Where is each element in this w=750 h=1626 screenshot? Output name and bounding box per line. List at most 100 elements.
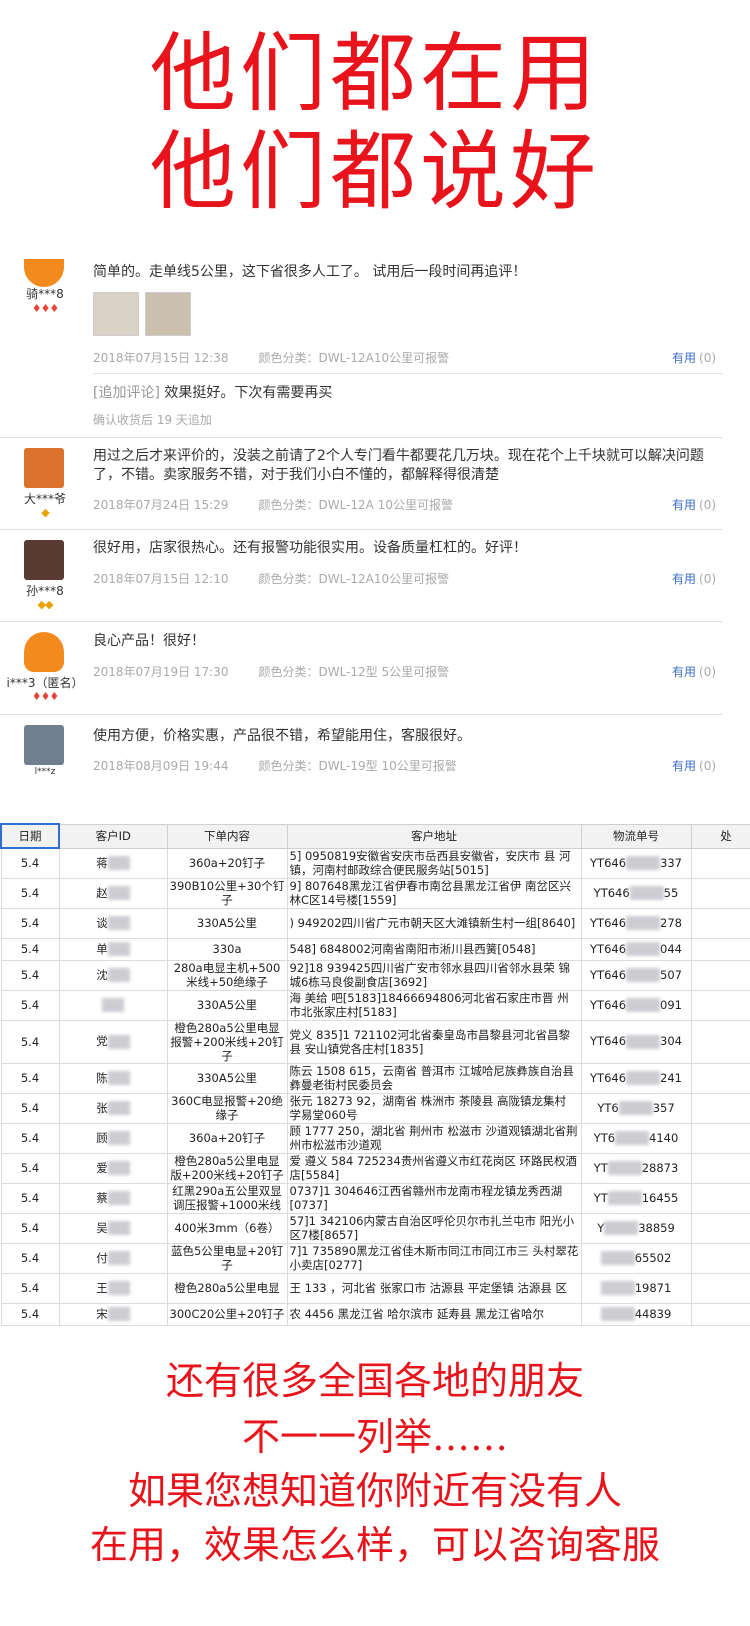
cell-date[interactable]: 5.4 bbox=[0, 937, 60, 961]
cell-address[interactable]: 陈云 1508 615，云南省 普洱市 江城哈尼族彝族自治县 彝曼老街村民委员会 bbox=[286, 1062, 582, 1094]
cell-customer-id[interactable]: 宋 bbox=[58, 1302, 168, 1326]
cell-customer-id[interactable]: 蒋 bbox=[58, 847, 168, 879]
cell-date[interactable]: 5.4 bbox=[0, 877, 60, 909]
cell-handle[interactable] bbox=[690, 989, 750, 1021]
cell-date[interactable]: 5.4 bbox=[0, 1062, 60, 1094]
cell-tracking[interactable]: YT 28873 bbox=[580, 1152, 692, 1184]
cell-tracking[interactable]: YT 16455 bbox=[580, 1182, 692, 1214]
cell-address[interactable]: 57]1 342106内蒙古自治区呼伦贝尔市扎兰屯市 阳光小区7楼[8657] bbox=[286, 1212, 582, 1244]
cell-date[interactable]: 5.4 bbox=[0, 1019, 60, 1064]
cell-customer-id[interactable]: 张 bbox=[58, 1092, 168, 1124]
avatar[interactable] bbox=[24, 540, 64, 580]
column-header-order-content[interactable]: 下单内容 bbox=[166, 823, 288, 849]
cell-customer-id[interactable]: 爱 bbox=[58, 1152, 168, 1184]
column-header-date[interactable]: 日期 bbox=[0, 823, 60, 849]
cell-date[interactable]: 5.4 bbox=[0, 847, 60, 879]
cell-tracking[interactable]: YT646 278 bbox=[580, 907, 692, 939]
cell-order-content[interactable]: 330A5公里 bbox=[166, 907, 288, 939]
cell-customer-id[interactable]: 党 bbox=[58, 1019, 168, 1064]
cell-date[interactable]: 5.4 bbox=[0, 1302, 60, 1326]
review-photo-thumbnail[interactable] bbox=[145, 292, 191, 336]
cell-handle[interactable] bbox=[690, 877, 750, 909]
cell-customer-id[interactable]: 王 bbox=[58, 1272, 168, 1304]
cell-address[interactable]: 海 美给 吧[5183]18466694806河北省石家庄市晋 州市北张家庄村[… bbox=[286, 989, 582, 1021]
cell-date[interactable]: 5.4 bbox=[0, 989, 60, 1021]
cell-handle[interactable] bbox=[690, 1212, 750, 1244]
cell-handle[interactable] bbox=[690, 937, 750, 961]
useful-button[interactable]: 有用 (0) bbox=[672, 757, 716, 774]
cell-handle[interactable] bbox=[690, 907, 750, 939]
cell-handle[interactable] bbox=[690, 1152, 750, 1184]
cell-order-content[interactable]: 280a电显主机+500米线+50绝缘子 bbox=[166, 959, 288, 991]
cell-tracking[interactable]: YT646 337 bbox=[580, 847, 692, 879]
cell-handle[interactable] bbox=[690, 1182, 750, 1214]
cell-date[interactable]: 5.4 bbox=[0, 1242, 60, 1274]
avatar[interactable] bbox=[24, 725, 64, 765]
cell-address[interactable]: 92]18 939425四川省广安市邻水县四川省邻水县荣 锦城6栋马良俊副食店[… bbox=[286, 959, 582, 991]
column-header-customer-id[interactable]: 客户ID bbox=[58, 823, 168, 849]
useful-button[interactable]: 有用 (0) bbox=[672, 349, 716, 366]
cell-handle[interactable] bbox=[690, 1302, 750, 1326]
review-photo-thumbnail[interactable] bbox=[93, 292, 139, 336]
cell-handle[interactable] bbox=[690, 1019, 750, 1064]
cell-order-content[interactable]: 330A5公里 bbox=[166, 1062, 288, 1094]
cell-tracking[interactable]: YT646 304 bbox=[580, 1019, 692, 1064]
cell-address[interactable]: 548] 6848002河南省南阳市淅川县西簧[0548] bbox=[286, 937, 582, 961]
avatar[interactable] bbox=[24, 259, 64, 287]
cell-customer-id[interactable]: 陈 bbox=[58, 1062, 168, 1094]
cell-tracking[interactable]: 65502 bbox=[580, 1242, 692, 1274]
cell-handle[interactable] bbox=[690, 1062, 750, 1094]
cell-tracking[interactable]: 19871 bbox=[580, 1272, 692, 1304]
cell-customer-id[interactable]: 单 bbox=[58, 937, 168, 961]
column-header-tracking[interactable]: 物流单号 bbox=[580, 823, 692, 849]
cell-date[interactable]: 5.4 bbox=[0, 959, 60, 991]
cell-customer-id[interactable]: 吴 bbox=[58, 1212, 168, 1244]
cell-order-content[interactable]: 330A5公里 bbox=[166, 989, 288, 1021]
cell-tracking[interactable]: YT646 044 bbox=[580, 937, 692, 961]
cell-address[interactable]: 7]1 735890黑龙江省佳木斯市同江市同江市三 头村翠花小卖店[0277] bbox=[286, 1242, 582, 1274]
column-header-handle[interactable]: 处 bbox=[690, 823, 750, 849]
cell-tracking[interactable]: YT6 4140 bbox=[580, 1122, 692, 1154]
cell-handle[interactable] bbox=[690, 1242, 750, 1274]
cell-address[interactable]: 9] 807648黑龙江省伊春市南岔县黑龙江省伊 南岔区兴林C区14号楼[155… bbox=[286, 877, 582, 909]
cell-order-content[interactable]: 橙色280a5公里电显 bbox=[166, 1272, 288, 1304]
cell-date[interactable]: 5.4 bbox=[0, 907, 60, 939]
cell-order-content[interactable]: 红黑290a五公里双显调压报警+1000米线 bbox=[166, 1182, 288, 1214]
cell-order-content[interactable]: 橙色280a5公里电显版+200米线+20钉子 bbox=[166, 1152, 288, 1184]
cell-handle[interactable] bbox=[690, 1122, 750, 1154]
cell-order-content[interactable]: 橙色280a5公里电显报警+200米线+20钉子 bbox=[166, 1019, 288, 1064]
avatar[interactable] bbox=[24, 448, 64, 488]
cell-tracking[interactable]: YT646 507 bbox=[580, 959, 692, 991]
cell-order-content[interactable]: 360C电显报警+20绝缘子 bbox=[166, 1092, 288, 1124]
cell-address[interactable]: ) 949202四川省广元市朝天区大滩镇新生村一组[8640] bbox=[286, 907, 582, 939]
useful-button[interactable]: 有用 (0) bbox=[672, 663, 716, 680]
cell-tracking[interactable]: YT646 241 bbox=[580, 1062, 692, 1094]
cell-order-content[interactable]: 360a+20钉子 bbox=[166, 847, 288, 879]
cell-address[interactable]: 王 133 ，河北省 张家口市 沽源县 平定堡镇 沽源县 区 bbox=[286, 1272, 582, 1304]
cell-date[interactable]: 5.4 bbox=[0, 1272, 60, 1304]
cell-date[interactable]: 5.4 bbox=[0, 1152, 60, 1184]
cell-tracking[interactable]: YT646 55 bbox=[580, 877, 692, 909]
cell-order-content[interactable]: 300C20公里+20钉子 bbox=[166, 1302, 288, 1326]
cell-handle[interactable] bbox=[690, 1272, 750, 1304]
cell-customer-id[interactable]: 谈 bbox=[58, 907, 168, 939]
cell-tracking[interactable]: 44839 bbox=[580, 1302, 692, 1326]
cell-date[interactable]: 5.4 bbox=[0, 1122, 60, 1154]
cell-order-content[interactable]: 400米3mm（6卷） bbox=[166, 1212, 288, 1244]
cell-order-content[interactable]: 330a bbox=[166, 937, 288, 961]
useful-button[interactable]: 有用 (0) bbox=[672, 496, 716, 513]
cell-handle[interactable] bbox=[690, 1092, 750, 1124]
cell-customer-id[interactable]: 蔡 bbox=[58, 1182, 168, 1214]
avatar[interactable] bbox=[24, 632, 64, 672]
cell-tracking[interactable]: Y 38859 bbox=[580, 1212, 692, 1244]
cell-customer-id[interactable] bbox=[58, 989, 168, 1021]
cell-handle[interactable] bbox=[690, 959, 750, 991]
cell-customer-id[interactable]: 赵 bbox=[58, 877, 168, 909]
cell-date[interactable]: 5.4 bbox=[0, 1092, 60, 1124]
column-header-address[interactable]: 客户地址 bbox=[286, 823, 582, 849]
cell-customer-id[interactable]: 付 bbox=[58, 1242, 168, 1274]
cell-date[interactable]: 5.4 bbox=[0, 1182, 60, 1214]
useful-button[interactable]: 有用 (0) bbox=[672, 570, 716, 587]
cell-address[interactable]: 张元 18273 92，湖南省 株洲市 茶陵县 高陇镇龙集村 学易堂060号 bbox=[286, 1092, 582, 1124]
cell-tracking[interactable]: YT646 091 bbox=[580, 989, 692, 1021]
